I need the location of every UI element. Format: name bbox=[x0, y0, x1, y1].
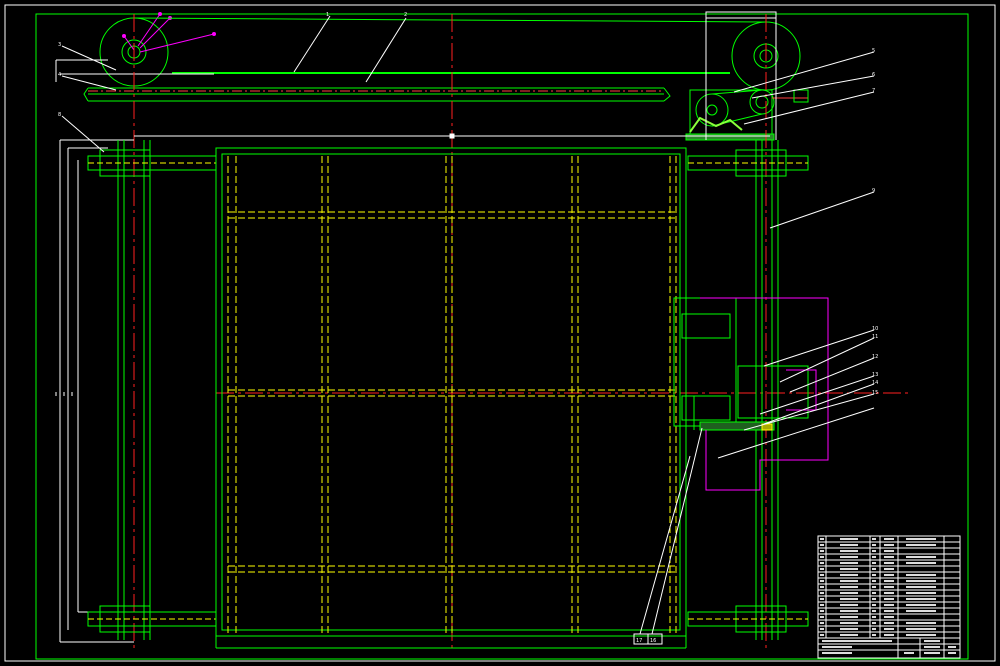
callout-5: 5 bbox=[872, 48, 875, 54]
callout-6: 6 bbox=[872, 72, 875, 78]
callout-16: 16 bbox=[650, 638, 656, 644]
callout-12: 12 bbox=[872, 354, 878, 360]
callout-14: 14 bbox=[872, 380, 878, 386]
callout-9: 9 bbox=[872, 188, 875, 194]
callout-10: 10 bbox=[872, 326, 878, 332]
callout-3: 3 bbox=[58, 42, 61, 48]
cad-drawing: 1 2 3 4 5 6 7 8 9 10 11 12 13 14 15 16 1… bbox=[0, 0, 1000, 666]
callout-2: 2 bbox=[404, 12, 407, 18]
callout-13: 13 bbox=[872, 372, 878, 378]
callout-4: 4 bbox=[58, 72, 61, 78]
callout-17: 17 bbox=[636, 638, 642, 644]
callout-11: 11 bbox=[872, 334, 878, 340]
callout-1: 1 bbox=[326, 12, 329, 18]
callout-15: 15 bbox=[872, 390, 878, 396]
callout-7: 7 bbox=[872, 88, 875, 94]
callout-8: 8 bbox=[58, 112, 61, 118]
